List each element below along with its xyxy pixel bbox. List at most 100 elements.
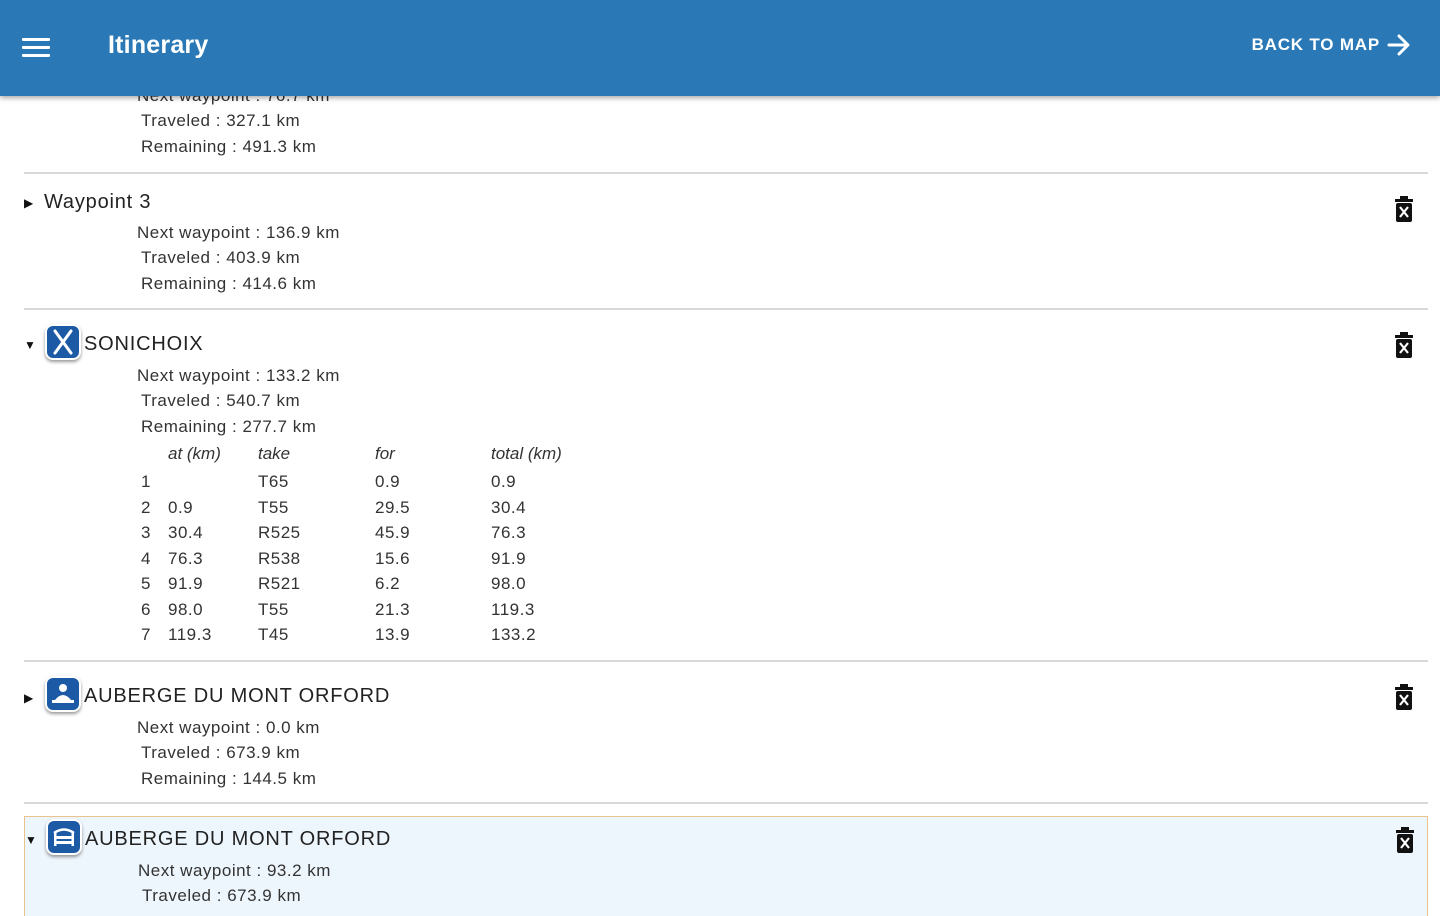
- fuel-station-icon: [45, 324, 81, 360]
- list-item[interactable]: ▶ AUBERGE DU MONT ORFORD Next waypoint :…: [24, 664, 1428, 804]
- next-waypoint-value: 136.9 km: [265, 223, 340, 242]
- remaining-label: Remaining :: [141, 274, 243, 293]
- next-waypoint-value: 93.2 km: [266, 861, 331, 880]
- expand-toggle-icon[interactable]: ▶: [24, 196, 38, 210]
- collapse-toggle-icon[interactable]: ▼: [25, 833, 39, 847]
- traveled-value: 540.7 km: [226, 391, 301, 410]
- list-item[interactable]: ▶ Waypoint 3 Next waypoint : 136.9 km Tr…: [24, 176, 1428, 310]
- route-table-cell: 3: [141, 523, 151, 542]
- next-waypoint-distance: Next waypoint : 136.9 km: [137, 223, 340, 243]
- hamburger-menu-icon[interactable]: [22, 38, 52, 60]
- route-table-cell: 1: [141, 472, 151, 491]
- next-waypoint-value: 0.0 km: [265, 718, 320, 737]
- remaining-value: 277.7 km: [242, 417, 317, 436]
- back-to-map-button[interactable]: BACK TO MAP: [1252, 30, 1412, 60]
- route-table-cell: 6.2: [375, 574, 401, 593]
- next-waypoint-distance: Next waypoint : 133.2 km: [137, 366, 340, 386]
- traveled-label: Traveled :: [141, 111, 227, 130]
- route-table-cell: 119.3: [168, 625, 212, 644]
- route-table-cell: 13.9: [375, 625, 411, 644]
- next-waypoint-distance: Next waypoint : 0.0 km: [137, 718, 320, 738]
- traveled-distance: Traveled : 673.9 km: [141, 743, 300, 763]
- next-waypoint-label: Next waypoint :: [137, 223, 266, 242]
- route-table-header: take: [258, 444, 291, 463]
- back-to-map-label: BACK TO MAP: [1251, 35, 1380, 54]
- remaining-distance: Remaining : 144.5 km: [141, 769, 316, 789]
- traveled-distance: Traveled : 540.7 km: [141, 391, 300, 411]
- expand-toggle-icon[interactable]: ▶: [24, 691, 38, 705]
- route-table-cell: T65: [258, 472, 289, 491]
- app-bar: Itinerary BACK TO MAP: [0, 0, 1440, 96]
- route-table-cell: 4: [141, 548, 151, 568]
- traveled-distance: Traveled : 673.9 km: [142, 886, 301, 906]
- route-table-cell: 98.0: [168, 599, 204, 619]
- collapse-toggle-icon[interactable]: ▼: [24, 338, 38, 352]
- traveled-label: Traveled :: [141, 391, 227, 410]
- trash-icon[interactable]: [1394, 332, 1414, 358]
- next-waypoint-label: Next waypoint :: [137, 718, 266, 737]
- route-table-cell: T55: [258, 497, 289, 517]
- route-table-cell: R525: [258, 523, 301, 542]
- route-table-cell: 30.4: [168, 523, 204, 542]
- lodging-icon: [45, 676, 81, 712]
- arrow-right-icon: [1387, 34, 1410, 56]
- route-table-header: at (km): [168, 444, 221, 463]
- traveled-distance: Traveled : 327.1 km: [141, 111, 300, 131]
- route-table-cell: R521: [258, 574, 301, 593]
- traveled-label: Traveled :: [141, 743, 227, 762]
- itinerary-list: Next waypoint : 76.7 km Traveled : 327.1…: [0, 0, 1440, 916]
- route-table-cell: T55: [258, 599, 289, 619]
- route-table-cell: 0.9: [168, 497, 194, 517]
- route-table-cell: 29.5: [375, 497, 411, 517]
- route-table-cell: 133.2: [491, 625, 537, 644]
- route-table-cell: 76.3: [168, 548, 204, 568]
- route-table-cell: 6: [141, 599, 151, 619]
- route-table-cell: 7: [141, 625, 151, 644]
- item-title: SONICHOIX: [84, 333, 204, 355]
- list-item-selected[interactable]: ▼ AUBERGE DU MONT ORFORD Next waypoint :…: [24, 816, 1428, 916]
- trash-icon[interactable]: [1394, 196, 1414, 222]
- page-title: Itinerary: [108, 31, 209, 59]
- traveled-value: 327.1 km: [226, 111, 301, 130]
- route-table-cell: 15.6: [375, 548, 411, 568]
- route-table-cell: 30.4: [491, 497, 527, 517]
- remaining-value: 414.6 km: [242, 274, 317, 293]
- route-table-cell: 45.9: [375, 523, 411, 542]
- route-table-cell: 91.9: [168, 574, 204, 593]
- remaining-value: 144.5 km: [242, 769, 317, 788]
- next-waypoint-distance: Next waypoint : 93.2 km: [138, 861, 331, 881]
- route-table-cell: T45: [258, 625, 289, 644]
- traveled-value: 673.9 km: [227, 886, 302, 905]
- traveled-value: 673.9 km: [226, 743, 301, 762]
- route-table-cell: 0.9: [375, 472, 401, 491]
- route-table-cell: 98.0: [491, 574, 527, 593]
- route-table-cell: 91.9: [491, 548, 527, 568]
- route-table-cell: 2: [141, 497, 151, 517]
- bed-icon: [46, 819, 82, 855]
- list-item[interactable]: ▼ SONICHOIX Next waypoint : 133.2 km Tra…: [24, 312, 1428, 662]
- next-waypoint-label: Next waypoint :: [138, 861, 267, 880]
- traveled-label: Traveled :: [141, 248, 227, 267]
- trash-icon[interactable]: [1394, 684, 1414, 710]
- item-title: AUBERGE DU MONT ORFORD: [85, 828, 392, 850]
- next-waypoint-label: Next waypoint :: [137, 366, 266, 385]
- remaining-label: Remaining :: [141, 769, 243, 788]
- route-table-cell: 0.9: [491, 472, 517, 491]
- item-title: AUBERGE DU MONT ORFORD: [84, 685, 391, 707]
- remaining-label: Remaining :: [141, 417, 243, 436]
- route-table-header: for: [375, 444, 395, 463]
- route-table-header: total (km): [491, 444, 562, 463]
- route-table-cell: 76.3: [491, 523, 527, 542]
- next-waypoint-value: 133.2 km: [265, 366, 340, 385]
- traveled-distance: Traveled : 403.9 km: [141, 248, 300, 268]
- route-table-cell: R538: [258, 548, 301, 568]
- remaining-distance: Remaining : 414.6 km: [141, 274, 316, 294]
- route-table-cell: 5: [141, 574, 151, 593]
- item-title: Waypoint 3: [44, 191, 152, 213]
- trash-icon[interactable]: [1395, 827, 1415, 853]
- remaining-label: Remaining :: [141, 137, 243, 156]
- remaining-value: 491.3 km: [242, 137, 317, 156]
- traveled-value: 403.9 km: [226, 248, 301, 267]
- traveled-label: Traveled :: [142, 886, 228, 905]
- remaining-distance: Remaining : 491.3 km: [141, 137, 316, 157]
